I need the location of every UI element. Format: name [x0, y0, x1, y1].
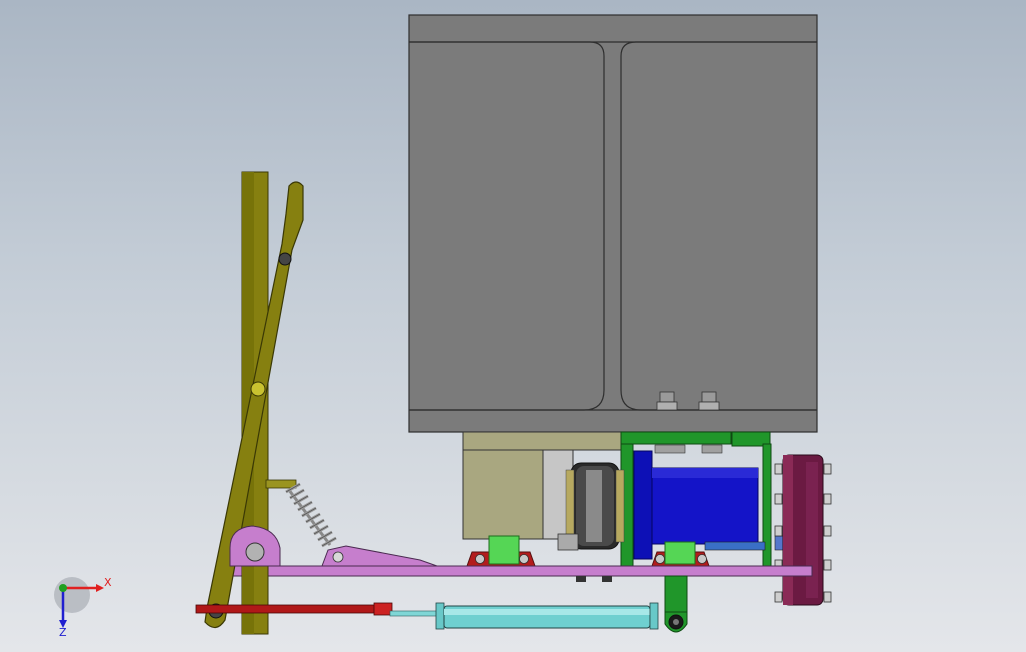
cad-viewport[interactable]: X Z	[0, 0, 1026, 652]
coordinate-triad: X Z	[54, 576, 112, 639]
piston-rod[interactable]	[195, 602, 439, 617]
bearing-block-left[interactable]	[466, 535, 536, 567]
hydraulic-cylinder[interactable]	[435, 602, 659, 630]
drive-roller[interactable]	[774, 454, 832, 606]
beam-bolt	[698, 391, 720, 411]
pedal-plate[interactable]	[321, 545, 438, 567]
gear-wheel[interactable]	[557, 462, 625, 551]
base-plate[interactable]	[227, 565, 813, 582]
triad-x-label: X	[104, 576, 112, 589]
i-beam[interactable]	[408, 14, 818, 433]
beam-bolt	[656, 391, 678, 411]
bearing-block-right[interactable]	[651, 541, 710, 567]
tension-spring[interactable]	[285, 482, 337, 548]
pivot-bracket[interactable]	[229, 525, 281, 567]
clevis-mount[interactable]	[664, 575, 688, 633]
triad-z-label: Z	[59, 626, 67, 639]
